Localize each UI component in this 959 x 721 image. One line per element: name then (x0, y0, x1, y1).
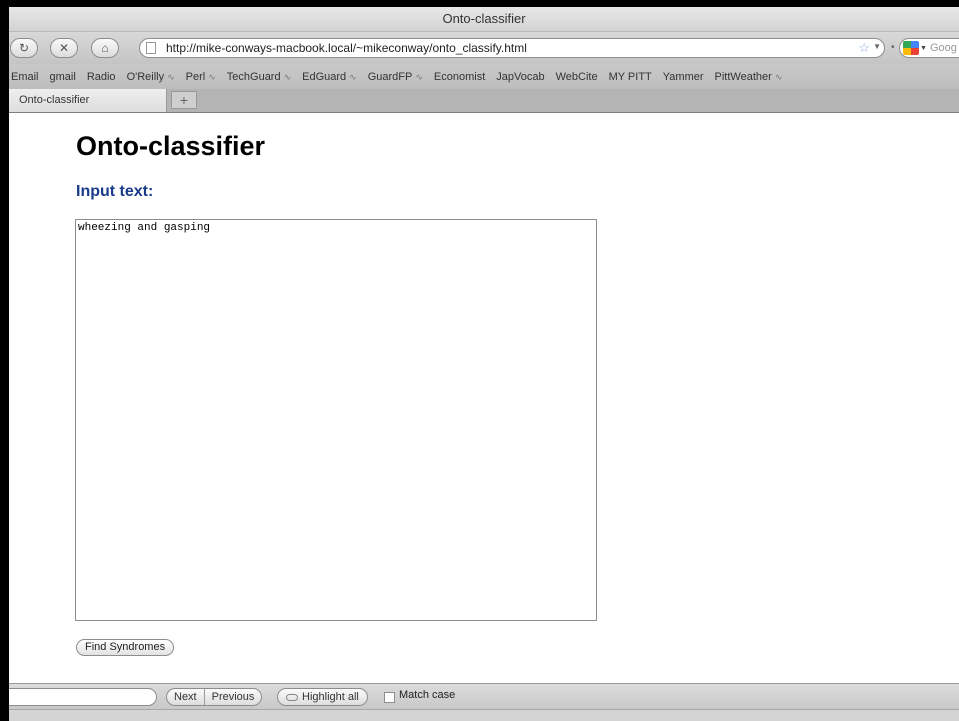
find-nav-group: Next Previous (166, 688, 263, 706)
rss-feed-icon: ∿ (774, 71, 783, 82)
bookmark-label: GuardFP (367, 70, 413, 83)
chevron-down-icon: ▼ (920, 44, 927, 52)
bookmark-item[interactable]: Economist (433, 71, 485, 83)
page-icon (146, 42, 156, 54)
browser-window: Onto-classifier ↻ ✕ ⌂ http://mike-conway… (9, 7, 959, 721)
bookmark-label: TechGuard (226, 70, 281, 83)
history-dropdown-icon[interactable]: ▼ (873, 42, 881, 51)
bookmark-item[interactable]: Yammer (662, 71, 704, 83)
input-textarea[interactable]: wheezing and gasping (75, 219, 597, 621)
bookmark-item[interactable]: WebCite (555, 71, 598, 83)
bookmark-item[interactable]: O'Reilly ∿ (126, 71, 175, 83)
status-bar (9, 709, 959, 721)
input-text-heading: Input text: (76, 183, 154, 200)
bookmark-item[interactable]: gmail (49, 71, 76, 83)
tab-strip: Onto-classifier + (9, 89, 959, 113)
highlight-icon (286, 693, 298, 701)
match-case-label: Match case (399, 689, 456, 701)
search-placeholder: Goog (929, 42, 957, 54)
match-case-checkbox[interactable] (384, 692, 395, 703)
bookmark-star-icon[interactable]: ☆ (858, 40, 870, 56)
reload-button[interactable]: ↻ (10, 38, 38, 58)
rss-feed-icon: ∿ (208, 71, 216, 82)
stop-button[interactable]: ✕ (50, 38, 78, 58)
home-icon: ⌂ (101, 41, 109, 55)
search-engine-box[interactable]: ▼ Goog (899, 38, 959, 58)
find-previous-button[interactable]: Previous (205, 689, 262, 705)
bookmark-item[interactable]: MY PITT (608, 71, 652, 83)
rss-feed-icon: ∿ (167, 71, 175, 82)
window-title: Onto-classifier (9, 7, 959, 32)
bookmark-label: EdGuard (302, 70, 347, 83)
find-bar: Next Previous Highlight all Match case (9, 683, 959, 709)
bookmark-label: Email (11, 70, 39, 83)
bookmark-item[interactable]: Radio (86, 71, 116, 83)
bookmark-label: Economist (433, 70, 486, 83)
bookmark-item[interactable]: TechGuard ∿ (226, 71, 291, 83)
bookmark-item[interactable]: EdGuard ∿ (301, 71, 357, 83)
rss-feed-icon: ∿ (283, 71, 292, 82)
bookmark-label: PittWeather (714, 70, 772, 83)
bookmark-item[interactable]: GuardFP ∿ (367, 71, 423, 83)
url-bar[interactable]: http://mike-conways-macbook.local/~mikec… (139, 38, 885, 58)
new-tab-button[interactable]: + (171, 91, 197, 109)
google-icon[interactable] (903, 41, 919, 55)
bookmark-label: Perl (185, 70, 206, 83)
page-content: Onto-classifier Input text: wheezing and… (9, 113, 959, 683)
bookmarks-toolbar: Email gmail Radio O'Reilly ∿ Perl ∿ TechGuard ∿ E… (9, 64, 959, 89)
highlight-all-button[interactable]: Highlight all (277, 688, 368, 706)
reload-icon: ↻ (18, 41, 30, 55)
bookmark-item[interactable]: Email (10, 71, 39, 83)
bookmark-item[interactable]: Perl ∿ (185, 71, 216, 83)
bookmark-item[interactable]: JapVocab (495, 71, 544, 83)
feed-dropdown-icon[interactable]: • (891, 42, 895, 53)
rss-feed-icon: ∿ (415, 71, 423, 82)
find-syndromes-button[interactable]: Find Syndromes (76, 639, 175, 656)
find-next-button[interactable]: Next (167, 689, 204, 705)
page-title: Onto-classifier (76, 131, 266, 161)
bookmark-label: JapVocab (496, 70, 545, 83)
stop-icon: ✕ (58, 41, 70, 55)
bookmark-label: MY PITT (608, 70, 652, 83)
bookmark-label: O'Reilly (126, 70, 165, 83)
navigation-toolbar: ↻ ✕ ⌂ http://mike-conways-macbook.local/… (9, 32, 959, 64)
home-button[interactable]: ⌂ (91, 38, 119, 58)
bookmark-item[interactable]: PittWeather ∿ (714, 71, 783, 83)
url-text: http://mike-conways-macbook.local/~mikec… (166, 41, 527, 55)
bookmark-label: gmail (49, 70, 76, 83)
rss-feed-icon: ∿ (349, 71, 357, 82)
bookmark-label: WebCite (555, 70, 598, 83)
tab-onto-classifier[interactable]: Onto-classifier (9, 89, 167, 112)
find-input[interactable] (9, 688, 157, 706)
bookmark-label: Radio (86, 70, 116, 83)
highlight-all-label: Highlight all (302, 691, 359, 703)
bookmark-label: Yammer (662, 70, 704, 83)
